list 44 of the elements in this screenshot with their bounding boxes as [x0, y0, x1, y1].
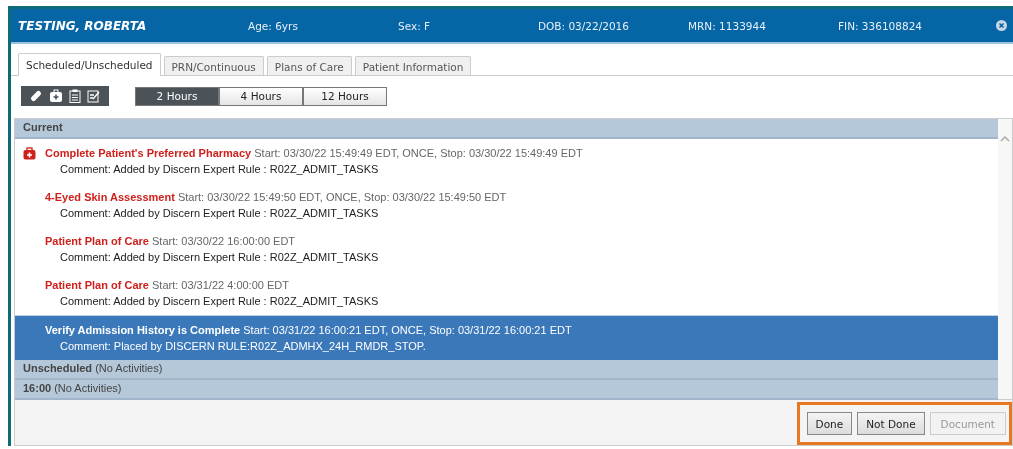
task-name: Patient Plan of Care: [45, 279, 149, 291]
time-range-button[interactable]: 2 Hours: [135, 86, 219, 106]
action-button[interactable]: Not Done: [857, 412, 925, 435]
task-row[interactable]: Patient Plan of Care Start: 03/31/22 4:00:00 EDT Comment: Added by Discern Expert Rule : R02Z_ADMIT_TASKS: [15, 271, 998, 315]
medical-bag-icon[interactable]: [49, 89, 63, 103]
task-name: Complete Patient's Preferred Pharmacy: [45, 147, 252, 159]
edit-icon[interactable]: [87, 89, 101, 103]
section-header: Current: [15, 119, 998, 139]
task-comment: Comment: Added by Discern Expert Rule : R02Z_ADMIT_TASKS: [60, 163, 380, 175]
task-name: Verify Admission History is Complete: [45, 324, 241, 336]
task-comment: Comment: Added by Discern Expert Rule : R02Z_ADMIT_TASKS: [60, 295, 379, 307]
section-header: Unscheduled (No Activities): [15, 360, 998, 380]
close-icon[interactable]: [996, 20, 1007, 31]
task-name: Patient Plan of Care: [45, 235, 149, 247]
patient-field: Sex: F: [398, 19, 538, 32]
task-row[interactable]: Verify Admission History is Complete Start: 03/31/22 16:00:21 EDT, ONCE, Stop: 03/31/22 16:00:21 EDT Comment: Placed by DISCERN RULE:R02Z_ADMHX_24H_RMDR_STOP.: [15, 315, 998, 360]
time-range-button[interactable]: 12 Hours: [303, 86, 387, 106]
task-comment: Comment: Placed by DISCERN RULE:R02Z_ADMHX_24H_RMDR_STOP.: [60, 340, 427, 352]
task-schedule: Start: 03/30/22 16:00:00 EDT: [152, 235, 296, 247]
task-schedule: Start: 03/30/22 15:49:50 EDT, ONCE, Stop: 03/30/22 15:49:50 EDT: [177, 191, 507, 203]
task-comment: Comment: Added by Discern Expert Rule : R02Z_ADMIT_TASKS: [60, 251, 379, 263]
scrollbar[interactable]: [998, 119, 1012, 399]
patient-name: TESTING, ROBERTA: [18, 18, 148, 33]
task-schedule: Start: 03/31/22 16:00:21 EDT, ONCE, Stop: 03/31/22 16:00:21 EDT: [243, 324, 572, 336]
clipboard-icon[interactable]: [69, 89, 81, 103]
action-button[interactable]: Done: [806, 412, 853, 435]
tab[interactable]: Patient Information: [354, 56, 472, 75]
task-row[interactable]: Patient Plan of Care Start: 03/30/22 16:00:00 EDT Comment: Added by Discern Expert Rule : R02Z_ADMIT_TASKS: [15, 227, 998, 271]
task-comment: Comment: Added by Discern Expert Rule : R02Z_ADMIT_TASKS: [60, 207, 380, 219]
patient-field: Age: 6yrs: [248, 19, 398, 32]
patient-field: FIN: 336108824: [838, 19, 996, 32]
task-name: 4-Eyed Skin Assessment: [45, 191, 175, 203]
medical-bag-icon: [23, 147, 36, 160]
patient-field: MRN: 1133944: [688, 19, 838, 32]
task-schedule: Start: 03/30/22 15:49:49 EDT, ONCE, Stop: 03/30/22 15:49:49 EDT: [254, 147, 583, 159]
task-row[interactable]: 4-Eyed Skin Assessment Start: 03/30/22 15:49:50 EDT, ONCE, Stop: 03/30/22 15:49:50 EDT Comment: Added by Discern Expert Rule : R02Z_ADMIT_TASKS: [15, 183, 998, 227]
task-row[interactable]: Complete Patient's Preferred Pharmacy Start: 03/30/22 15:49:49 EDT, ONCE, Stop: 03/30/22 15:49:49 EDT Comment: Added by Discern Expert Rule : R02Z_ADMIT_TASKS: [15, 139, 998, 183]
tab[interactable]: Plans of Care: [266, 56, 352, 75]
section-header: 16:00 (No Activities): [15, 380, 998, 400]
tab[interactable]: Scheduled/Unscheduled: [18, 53, 161, 76]
patient-field: DOB: 03/22/2016: [538, 19, 688, 32]
time-range-button[interactable]: 4 Hours: [219, 86, 303, 106]
tab[interactable]: PRN/Continuous: [163, 56, 264, 75]
task-schedule: Start: 03/31/22 4:00:00 EDT: [152, 279, 289, 291]
